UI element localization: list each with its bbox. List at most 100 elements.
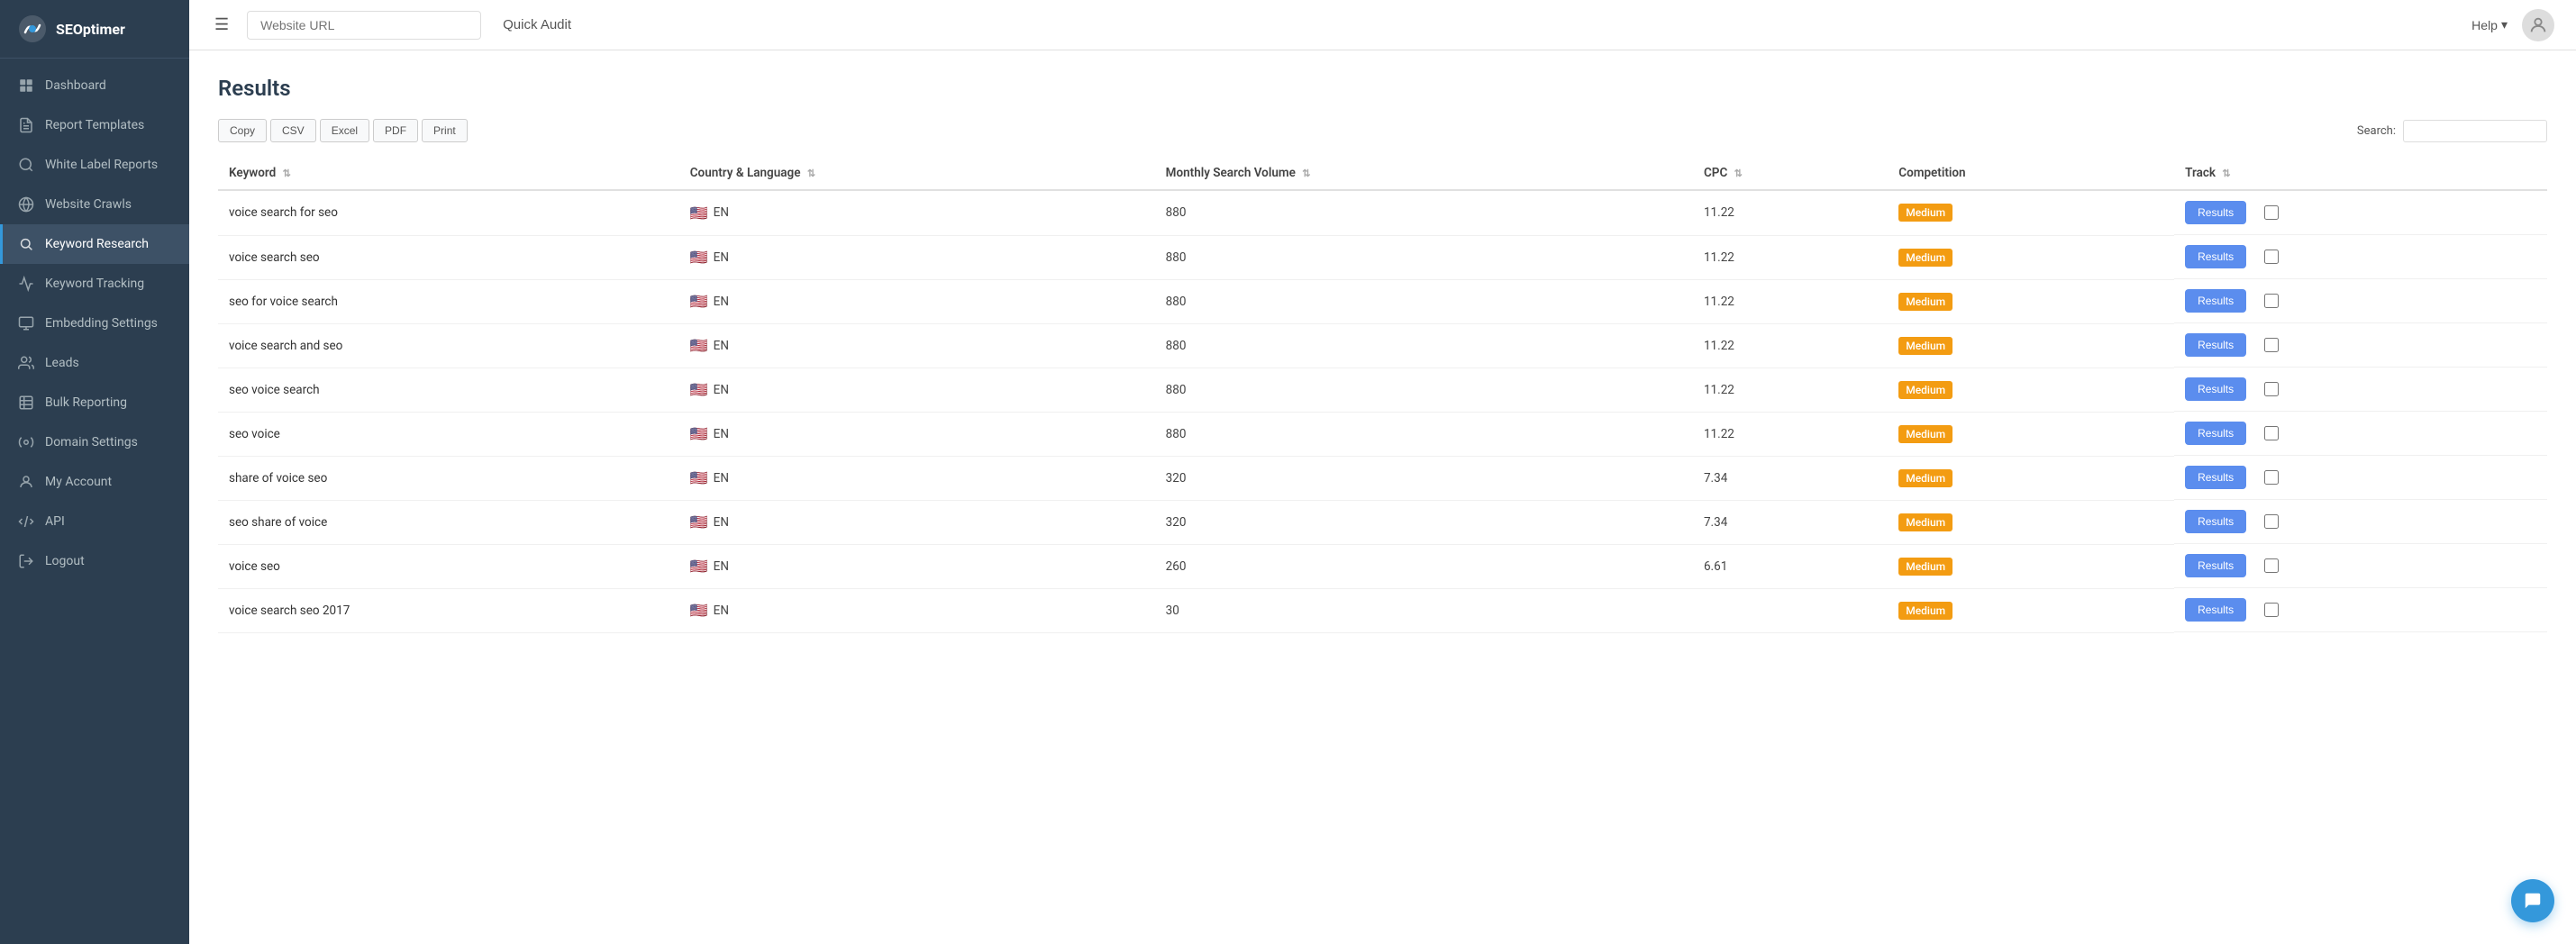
table-row: voice search and seo 🇺🇸 EN 880 11.22 Med… bbox=[218, 323, 2547, 368]
sidebar-item-embedding-settings[interactable]: Embedding Settings bbox=[0, 304, 189, 343]
hamburger-button[interactable]: ☰ bbox=[211, 12, 232, 38]
cpc-sort-icon[interactable]: ⇅ bbox=[1734, 168, 1743, 179]
excel-button[interactable]: Excel bbox=[320, 119, 369, 142]
sidebar-item-keyword-research-label: Keyword Research bbox=[45, 237, 149, 251]
chat-bubble[interactable] bbox=[2511, 879, 2554, 922]
results-button[interactable]: Results bbox=[2185, 245, 2246, 268]
website-url-input[interactable] bbox=[247, 11, 481, 40]
cell-country-language: 🇺🇸 EN bbox=[679, 323, 1155, 368]
cell-volume: 880 bbox=[1155, 412, 1693, 456]
competition-badge: Medium bbox=[1898, 558, 1952, 576]
results-button[interactable]: Results bbox=[2185, 554, 2246, 577]
cell-cpc: 11.22 bbox=[1693, 235, 1888, 279]
cell-competition: Medium bbox=[1888, 279, 2174, 323]
sidebar-item-dashboard[interactable]: Dashboard bbox=[0, 66, 189, 105]
cell-volume: 880 bbox=[1155, 190, 1693, 235]
sidebar-item-website-crawls[interactable]: Website Crawls bbox=[0, 185, 189, 224]
track-checkbox[interactable] bbox=[2264, 382, 2279, 396]
sidebar-item-bulk-reporting[interactable]: Bulk Reporting bbox=[0, 383, 189, 422]
print-button[interactable]: Print bbox=[422, 119, 468, 142]
cell-competition: Medium bbox=[1888, 456, 2174, 500]
cell-volume: 320 bbox=[1155, 456, 1693, 500]
track-checkbox[interactable] bbox=[2264, 558, 2279, 573]
cell-competition: Medium bbox=[1888, 323, 2174, 368]
track-checkbox[interactable] bbox=[2264, 205, 2279, 220]
table-row: seo voice 🇺🇸 EN 880 11.22 Medium Results bbox=[218, 412, 2547, 456]
cell-cpc: 11.22 bbox=[1693, 323, 1888, 368]
track-checkbox[interactable] bbox=[2264, 603, 2279, 617]
cell-keyword: seo share of voice bbox=[218, 500, 679, 544]
sidebar-item-white-label-reports[interactable]: White Label Reports bbox=[0, 145, 189, 185]
cell-track: Results bbox=[2174, 588, 2547, 632]
cell-keyword: share of voice seo bbox=[218, 456, 679, 500]
sidebar-item-logout[interactable]: Logout bbox=[0, 541, 189, 581]
search-label-text: Search: bbox=[2357, 124, 2396, 138]
sidebar-item-logout-label: Logout bbox=[45, 554, 85, 568]
track-checkbox[interactable] bbox=[2264, 250, 2279, 264]
col-keyword: Keyword ⇅ bbox=[218, 157, 679, 190]
table-row: share of voice seo 🇺🇸 EN 320 7.34 Medium… bbox=[218, 456, 2547, 500]
cell-competition: Medium bbox=[1888, 235, 2174, 279]
cell-track: Results bbox=[2174, 235, 2547, 279]
table-row: seo voice search 🇺🇸 EN 880 11.22 Medium … bbox=[218, 368, 2547, 412]
sidebar-item-keyword-tracking[interactable]: Keyword Tracking bbox=[0, 264, 189, 304]
user-avatar[interactable] bbox=[2522, 9, 2554, 41]
content-area: Results Copy CSV Excel PDF Print Search:… bbox=[189, 50, 2576, 944]
track-sort-icon[interactable]: ⇅ bbox=[2222, 168, 2230, 179]
cell-track: Results bbox=[2174, 412, 2547, 456]
sidebar-item-domain-settings[interactable]: Domain Settings bbox=[0, 422, 189, 462]
lang-label: EN bbox=[714, 250, 729, 265]
cell-volume: 880 bbox=[1155, 279, 1693, 323]
lang-label: EN bbox=[714, 604, 729, 618]
cell-track: Results bbox=[2174, 323, 2547, 368]
track-checkbox[interactable] bbox=[2264, 294, 2279, 308]
flag-icon: 🇺🇸 bbox=[690, 602, 708, 619]
flag-icon: 🇺🇸 bbox=[690, 381, 708, 398]
results-button[interactable]: Results bbox=[2185, 422, 2246, 445]
results-button[interactable]: Results bbox=[2185, 598, 2246, 622]
cell-track: Results bbox=[2174, 191, 2547, 235]
cell-country-language: 🇺🇸 EN bbox=[679, 456, 1155, 500]
lang-label: EN bbox=[714, 559, 729, 574]
cell-track: Results bbox=[2174, 279, 2547, 323]
cell-competition: Medium bbox=[1888, 588, 2174, 632]
help-chevron-icon: ▾ bbox=[2501, 17, 2508, 32]
keyword-sort-icon[interactable]: ⇅ bbox=[283, 168, 291, 179]
page-title: Results bbox=[218, 76, 2547, 101]
help-button[interactable]: Help ▾ bbox=[2471, 17, 2508, 32]
results-button[interactable]: Results bbox=[2185, 377, 2246, 401]
track-checkbox[interactable] bbox=[2264, 338, 2279, 352]
quick-audit-button[interactable]: Quick Audit bbox=[496, 14, 578, 36]
sidebar-item-leads[interactable]: Leads bbox=[0, 343, 189, 383]
table-toolbar: Copy CSV Excel PDF Print Search: bbox=[218, 119, 2547, 142]
csv-button[interactable]: CSV bbox=[270, 119, 316, 142]
sidebar-item-report-templates[interactable]: Report Templates bbox=[0, 105, 189, 145]
lang-label: EN bbox=[714, 471, 729, 486]
pdf-button[interactable]: PDF bbox=[373, 119, 418, 142]
track-checkbox[interactable] bbox=[2264, 426, 2279, 440]
sidebar-item-website-crawls-label: Website Crawls bbox=[45, 197, 132, 212]
cell-country-language: 🇺🇸 EN bbox=[679, 412, 1155, 456]
track-checkbox[interactable] bbox=[2264, 470, 2279, 485]
results-button[interactable]: Results bbox=[2185, 289, 2246, 313]
sidebar-item-my-account[interactable]: My Account bbox=[0, 462, 189, 502]
sidebar-item-api[interactable]: API bbox=[0, 502, 189, 541]
results-button[interactable]: Results bbox=[2185, 466, 2246, 489]
sidebar-item-keyword-research[interactable]: Keyword Research bbox=[0, 224, 189, 264]
sidebar-item-keyword-tracking-label: Keyword Tracking bbox=[45, 277, 144, 291]
flag-icon: 🇺🇸 bbox=[690, 293, 708, 310]
results-button[interactable]: Results bbox=[2185, 510, 2246, 533]
cell-country-language: 🇺🇸 EN bbox=[679, 368, 1155, 412]
country-sort-icon[interactable]: ⇅ bbox=[807, 168, 815, 179]
table-row: seo for voice search 🇺🇸 EN 880 11.22 Med… bbox=[218, 279, 2547, 323]
table-search-input[interactable] bbox=[2403, 120, 2547, 142]
cell-country-language: 🇺🇸 EN bbox=[679, 235, 1155, 279]
results-button[interactable]: Results bbox=[2185, 201, 2246, 224]
track-checkbox[interactable] bbox=[2264, 514, 2279, 529]
volume-sort-icon[interactable]: ⇅ bbox=[1302, 168, 1310, 179]
copy-button[interactable]: Copy bbox=[218, 119, 267, 142]
cell-competition: Medium bbox=[1888, 190, 2174, 235]
cell-track: Results bbox=[2174, 544, 2547, 588]
results-button[interactable]: Results bbox=[2185, 333, 2246, 357]
logo[interactable]: SEOptimer bbox=[0, 0, 189, 59]
